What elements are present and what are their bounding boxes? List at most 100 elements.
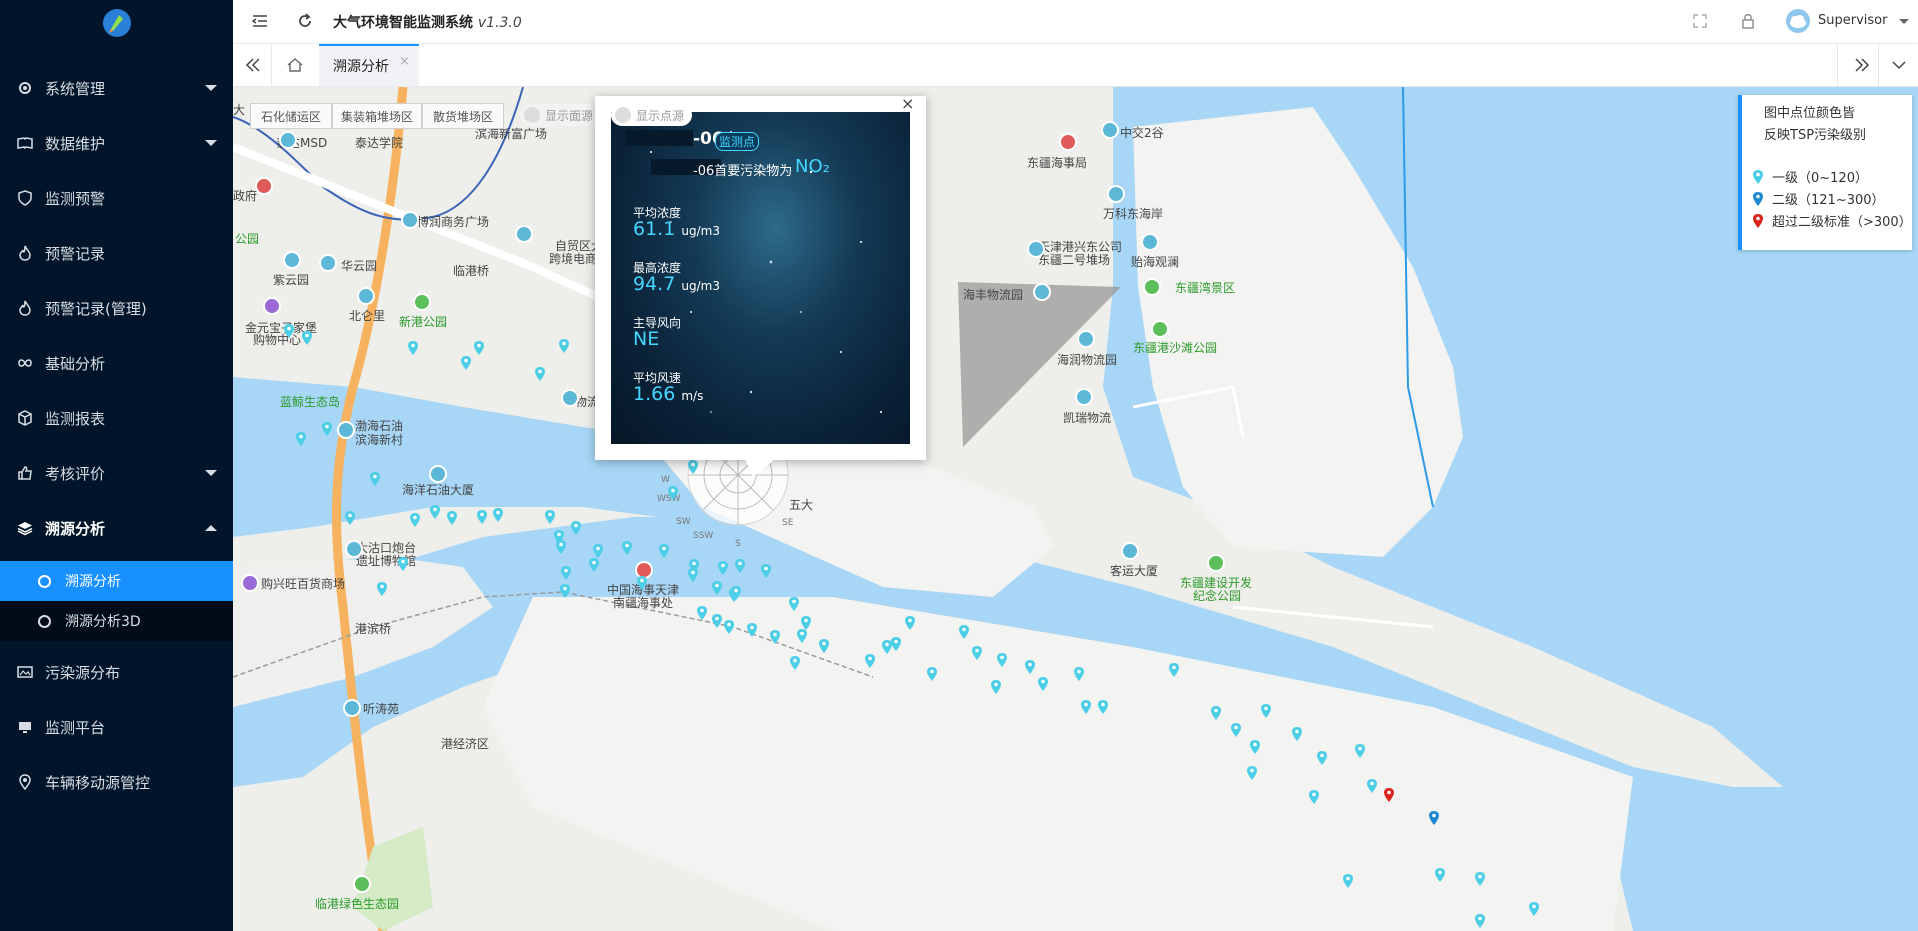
monitor-pin[interactable] [718, 561, 728, 575]
monitor-pin[interactable] [688, 460, 698, 474]
monitor-pin[interactable] [991, 680, 1001, 694]
monitor-pin[interactable] [408, 341, 418, 355]
monitor-pin[interactable] [724, 620, 734, 634]
monitor-pin[interactable] [302, 331, 312, 345]
segment-petrochemical[interactable]: 石化储运区 [250, 103, 332, 129]
sidebar-item-basic-analysis[interactable]: 基础分析 [0, 343, 233, 383]
monitor-pin[interactable] [398, 557, 408, 571]
sidebar-subitem-source-analysis-3d[interactable]: 溯源分析3D [0, 601, 233, 641]
monitor-pin[interactable] [819, 639, 829, 653]
monitor-pin[interactable] [322, 422, 332, 436]
monitor-pin[interactable] [296, 432, 306, 446]
chevron-down-icon[interactable] [1892, 60, 1906, 70]
sidebar-item-monitor-platform[interactable]: 监测平台 [0, 707, 233, 747]
menu-fold-icon[interactable] [252, 13, 268, 29]
monitor-pin[interactable] [1309, 790, 1319, 804]
monitor-pin[interactable] [447, 511, 457, 525]
sidebar-item-vehicle-control[interactable]: 车辆移动源管控 [0, 762, 233, 802]
home-icon[interactable] [287, 57, 303, 73]
app-logo[interactable] [0, 0, 233, 46]
monitor-pin[interactable] [712, 581, 722, 595]
monitor-pin[interactable] [1343, 874, 1353, 888]
monitor-pin[interactable] [801, 616, 811, 630]
monitor-pin[interactable] [1292, 727, 1302, 741]
monitor-pin[interactable] [545, 510, 555, 524]
sidebar-item-records-admin[interactable]: 预警记录(管理) [0, 288, 233, 328]
map-canvas[interactable]: W WSW SW SSW S SE 泰达MSD 泰达学院 滨海新富广场 博润商务… [233, 87, 1918, 931]
monitor-pin[interactable] [997, 653, 1007, 667]
monitor-pin[interactable] [1231, 723, 1241, 737]
user-name[interactable]: Supervisor [1818, 13, 1887, 28]
monitor-pin[interactable] [1247, 766, 1257, 780]
toggle-area-source[interactable]: 显示面源 [520, 104, 602, 126]
monitor-pin[interactable] [1038, 677, 1048, 691]
sidebar-subitem-source-analysis[interactable]: 溯源分析 [0, 561, 233, 601]
monitor-pin[interactable] [1384, 788, 1394, 802]
monitor-pin[interactable] [1261, 704, 1271, 718]
monitor-pin[interactable] [668, 486, 678, 500]
monitor-pin[interactable] [561, 566, 571, 580]
monitor-pin[interactable] [891, 637, 901, 651]
monitor-pin[interactable] [789, 597, 799, 611]
monitor-pin[interactable] [882, 640, 892, 654]
monitor-pin[interactable] [972, 646, 982, 660]
monitor-pin[interactable] [593, 544, 603, 558]
monitor-pin[interactable] [461, 356, 471, 370]
monitor-pin[interactable] [697, 606, 707, 620]
caret-down-icon[interactable] [1899, 19, 1909, 24]
segment-container-yard[interactable]: 集装箱堆场区 [332, 103, 422, 129]
monitor-pin[interactable] [370, 472, 380, 486]
monitor-pin[interactable] [345, 511, 355, 525]
monitor-pin[interactable] [1025, 660, 1035, 674]
monitor-pin[interactable] [927, 667, 937, 681]
sidebar-item-source-analysis[interactable]: 溯源分析 [0, 508, 233, 548]
sidebar-item-records[interactable]: 预警记录 [0, 233, 233, 273]
monitor-pin[interactable] [493, 508, 503, 522]
monitor-pin[interactable] [637, 576, 647, 590]
sidebar-item-pollution-sources[interactable]: 污染源分布 [0, 652, 233, 692]
monitor-pin[interactable] [1317, 751, 1327, 765]
monitor-pin[interactable] [1475, 914, 1485, 928]
monitor-pin[interactable] [905, 616, 915, 630]
monitor-pin[interactable] [1429, 811, 1439, 825]
monitor-pin[interactable] [556, 540, 566, 554]
tab-source-analysis[interactable]: 溯源分析 × [319, 44, 419, 86]
popup-close-icon[interactable]: × [901, 94, 914, 113]
monitor-pin[interactable] [284, 324, 294, 338]
segment-bulk-yard[interactable]: 散货堆场区 [422, 103, 504, 129]
lock-icon[interactable] [1741, 13, 1755, 29]
monitor-pin[interactable] [1435, 868, 1445, 882]
monitor-pin[interactable] [477, 510, 487, 524]
sidebar-item-data[interactable]: 数据维护 [0, 123, 233, 163]
monitor-pin[interactable] [770, 630, 780, 644]
monitor-pin[interactable] [535, 367, 545, 381]
fullscreen-icon[interactable] [1693, 14, 1707, 28]
monitor-pin[interactable] [688, 568, 698, 582]
monitor-pin[interactable] [1169, 663, 1179, 677]
monitor-pin[interactable] [1355, 744, 1365, 758]
monitor-pin[interactable] [377, 582, 387, 596]
monitor-pin[interactable] [790, 656, 800, 670]
sidebar-item-system[interactable]: 系统管理 [0, 68, 233, 108]
monitor-pin[interactable] [1081, 700, 1091, 714]
monitor-pin[interactable] [747, 623, 757, 637]
tab-close-icon[interactable]: × [399, 54, 410, 69]
monitor-pin[interactable] [560, 584, 570, 598]
sidebar-item-report[interactable]: 监测报表 [0, 398, 233, 438]
monitor-pin[interactable] [571, 521, 581, 535]
monitor-pin[interactable] [410, 513, 420, 527]
monitor-pin[interactable] [589, 558, 599, 572]
monitor-pin[interactable] [761, 564, 771, 578]
monitor-pin[interactable] [1098, 700, 1108, 714]
monitor-pin[interactable] [959, 625, 969, 639]
toggle-point-source[interactable]: 显示点源 [611, 104, 693, 126]
double-chevron-right-icon[interactable] [1854, 58, 1870, 72]
sidebar-item-assessment[interactable]: 考核评价 [0, 453, 233, 493]
monitor-pin[interactable] [622, 541, 632, 555]
monitor-pin[interactable] [865, 654, 875, 668]
monitor-pin[interactable] [797, 629, 807, 643]
monitor-pin[interactable] [1250, 740, 1260, 754]
monitor-pin[interactable] [1475, 872, 1485, 886]
avatar[interactable] [1786, 9, 1810, 33]
refresh-icon[interactable] [297, 13, 313, 29]
